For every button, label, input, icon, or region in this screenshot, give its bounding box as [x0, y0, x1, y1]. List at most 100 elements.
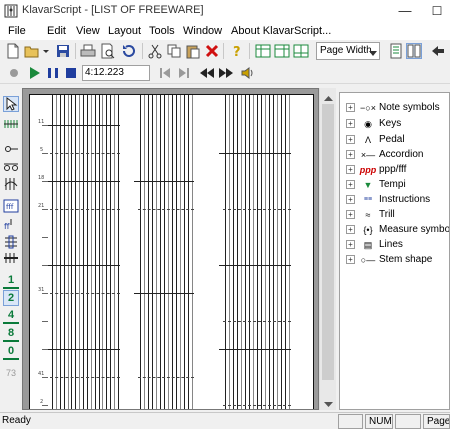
- minimize-button[interactable]: —: [390, 0, 420, 22]
- tree-item[interactable]: + ▼ Tempi: [340, 178, 449, 192]
- expand-icon[interactable]: +: [346, 240, 355, 249]
- pause-icon[interactable]: [45, 65, 61, 81]
- duration-8-button[interactable]: 8: [3, 326, 19, 342]
- play-icon[interactable]: [26, 65, 42, 81]
- zoom-select[interactable]: Page Width: [316, 42, 380, 60]
- new-file-icon[interactable]: [5, 43, 21, 59]
- menu-layout[interactable]: Layout: [108, 25, 141, 37]
- cut-icon[interactable]: [147, 43, 163, 59]
- record-icon[interactable]: [6, 65, 22, 81]
- tree-item[interactable]: + ◉ Keys: [340, 117, 449, 131]
- maximize-button[interactable]: ☐: [422, 0, 450, 22]
- fingering-icon[interactable]: fff: [3, 198, 19, 214]
- duration-0-button[interactable]: 0: [3, 344, 19, 360]
- open-folder-icon[interactable]: [24, 43, 40, 59]
- help-icon[interactable]: ?: [228, 43, 244, 60]
- tree-item[interactable]: + ▤ Lines: [340, 238, 449, 252]
- refresh-icon[interactable]: [121, 43, 137, 59]
- beam-icon[interactable]: [3, 250, 19, 266]
- paste-icon[interactable]: [185, 43, 201, 59]
- single-page-icon[interactable]: [388, 43, 404, 59]
- menu-tools[interactable]: Tools: [149, 25, 175, 37]
- tree-item[interactable]: + ≈ Trill: [340, 208, 449, 222]
- tree-item[interactable]: + −○× Note symbols: [340, 101, 449, 115]
- tree-item[interactable]: + ×— Accordion: [340, 148, 449, 162]
- beat-line: [223, 321, 291, 322]
- dynamic-icon[interactable]: ff: [3, 216, 19, 232]
- slur-icon[interactable]: [3, 176, 19, 192]
- dropdown-arrow-icon[interactable]: [42, 43, 50, 59]
- page-indicator: Page 1: [423, 414, 450, 429]
- tree-item[interactable]: + {•} Measure symbols: [340, 223, 449, 237]
- skip-end-icon[interactable]: [176, 65, 192, 81]
- expand-icon[interactable]: +: [346, 195, 355, 204]
- scroll-down-icon[interactable]: [324, 399, 333, 411]
- menu-edit[interactable]: Edit: [47, 25, 66, 37]
- back-arrow-icon[interactable]: [430, 43, 446, 59]
- expand-icon[interactable]: +: [346, 180, 355, 189]
- tempi-icon: ▼: [363, 180, 373, 190]
- staff-line: [229, 95, 230, 409]
- skip-start-icon[interactable]: [157, 65, 173, 81]
- pedal-icon: Λ: [364, 135, 371, 145]
- tree-item[interactable]: + Λ Pedal: [340, 133, 449, 147]
- menu-view[interactable]: View: [76, 25, 100, 37]
- measure-bar: [46, 265, 120, 266]
- expand-icon[interactable]: +: [346, 165, 355, 174]
- note-stem-icon[interactable]: [3, 140, 19, 156]
- score-page: 11 5 18 21 31 41 2: [29, 94, 314, 409]
- duration-4-button[interactable]: 4: [3, 308, 19, 324]
- expand-icon[interactable]: +: [346, 210, 355, 219]
- tree-item[interactable]: + ○— Stem shape: [340, 253, 449, 267]
- beat-line: [50, 293, 120, 294]
- status-empty-cell: [395, 414, 421, 429]
- delete-icon[interactable]: [204, 43, 220, 59]
- status-text: Ready: [2, 415, 31, 426]
- vertical-scrollbar[interactable]: [319, 88, 336, 410]
- double-note-icon[interactable]: [3, 158, 19, 174]
- tree-item-label: Tempi: [379, 179, 406, 190]
- menu-file[interactable]: File: [8, 25, 26, 37]
- fast-forward-icon[interactable]: [218, 65, 234, 81]
- beat-line: [223, 209, 291, 210]
- menu-about[interactable]: About KlavarScript...: [231, 25, 331, 37]
- two-page-icon[interactable]: [406, 43, 422, 59]
- tree-item[interactable]: + ≡≡ Instructions: [340, 193, 449, 207]
- margin-tick: [42, 153, 48, 154]
- expand-icon[interactable]: +: [346, 119, 355, 128]
- staff-line: [249, 95, 250, 409]
- copy-icon[interactable]: [166, 43, 182, 59]
- chord-icon[interactable]: [3, 234, 19, 250]
- expand-icon[interactable]: +: [346, 255, 355, 264]
- duration-2-button[interactable]: 2: [3, 290, 19, 306]
- staff-line: [245, 95, 246, 409]
- expand-icon[interactable]: +: [346, 135, 355, 144]
- layout-view-1-icon[interactable]: [255, 43, 271, 59]
- tree-item[interactable]: + ppp ppp/fff: [340, 163, 449, 177]
- expand-icon[interactable]: +: [346, 150, 355, 159]
- staff-line: [140, 95, 141, 409]
- stop-icon[interactable]: [63, 65, 79, 81]
- margin-tick: [42, 125, 48, 126]
- scrollbar-thumb[interactable]: [322, 104, 334, 380]
- score-view[interactable]: 11 5 18 21 31 41 2: [22, 88, 319, 410]
- pointer-icon[interactable]: [3, 96, 19, 112]
- volume-icon[interactable]: [240, 65, 256, 81]
- expand-icon[interactable]: +: [346, 225, 355, 234]
- fraction-button[interactable]: 73: [3, 366, 19, 382]
- menu-window[interactable]: Window: [183, 25, 222, 37]
- print-preview-icon[interactable]: [99, 43, 115, 59]
- save-icon[interactable]: [55, 43, 71, 59]
- duration-1-button[interactable]: 1: [3, 273, 19, 289]
- staff-line: [253, 95, 254, 409]
- layout-view-2-icon[interactable]: [274, 43, 290, 59]
- chevron-down-icon[interactable]: [369, 48, 377, 60]
- rewind-icon[interactable]: [199, 65, 215, 81]
- layout-view-3-icon[interactable]: [293, 43, 309, 59]
- expand-icon[interactable]: +: [346, 103, 355, 112]
- print-icon[interactable]: [80, 43, 96, 59]
- measure-number: 2: [40, 399, 44, 405]
- staff-lines-icon[interactable]: [3, 116, 19, 132]
- scroll-up-icon[interactable]: [324, 92, 333, 104]
- staff-line: [118, 95, 119, 409]
